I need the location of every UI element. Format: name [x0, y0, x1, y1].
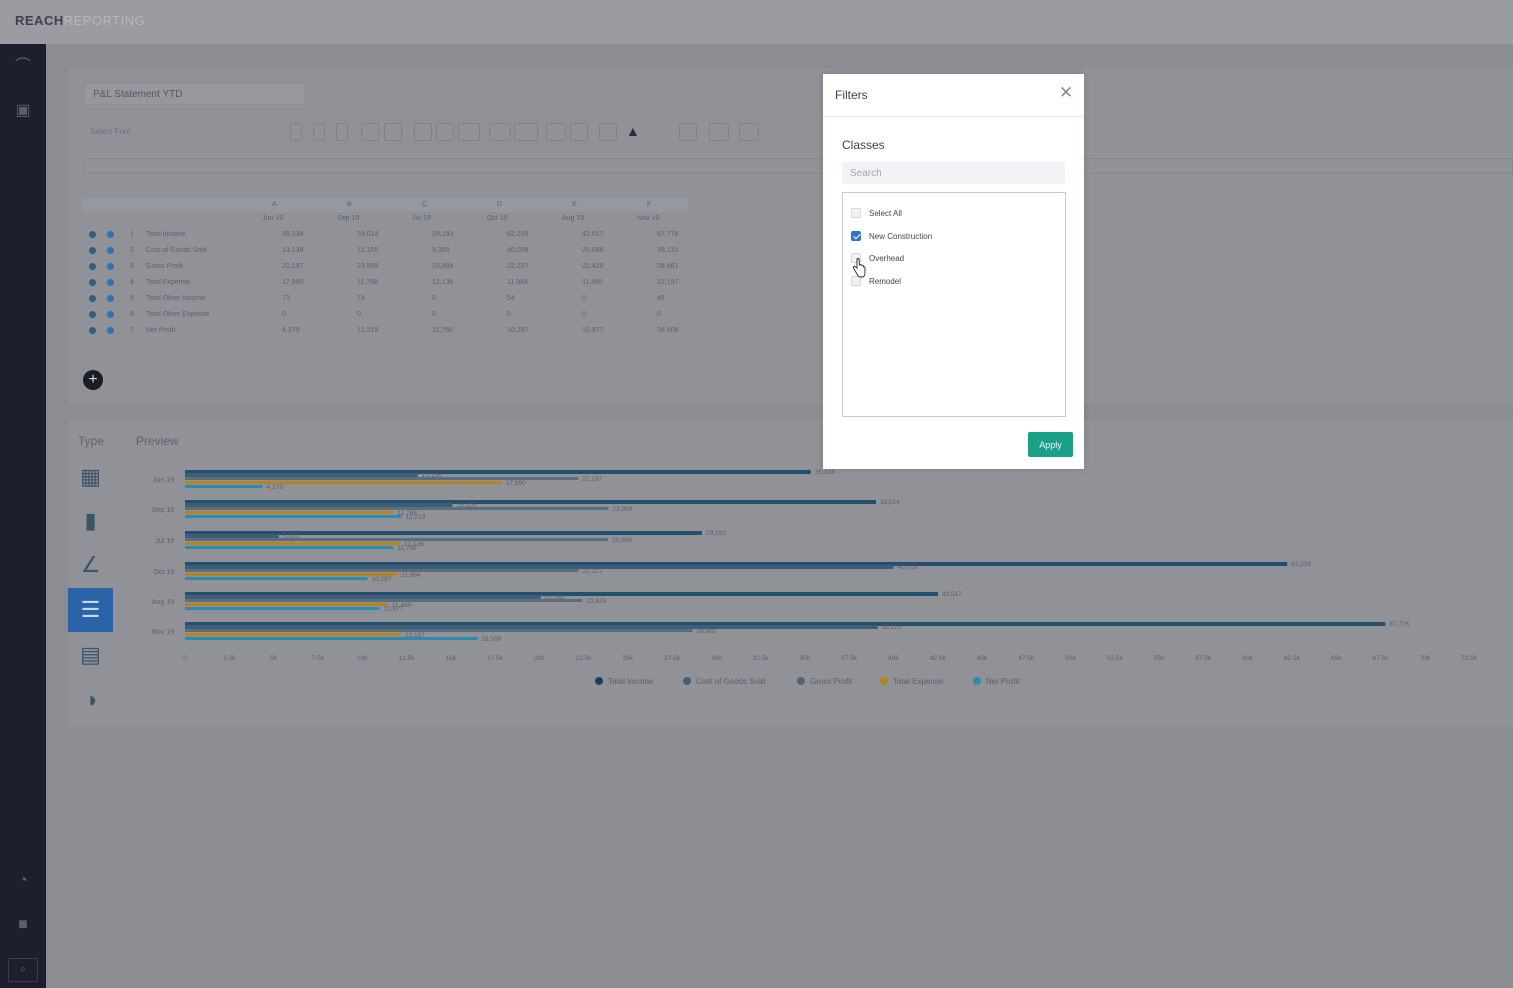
bar-4-5[interactable]	[185, 637, 478, 640]
x-tick-label: 50k	[1065, 655, 1076, 662]
x-tick-label: 60k	[1242, 655, 1253, 662]
x-tick-label: 10k	[357, 655, 368, 662]
x-tick-label: 30k	[711, 655, 722, 662]
horizontal-bar-chart: Jun 1935,33413,13822,19717,8904,379Sep 1…	[152, 469, 1478, 662]
bar-4-3[interactable]	[185, 577, 368, 580]
data-label: 16,508	[481, 636, 501, 643]
bar-1-2[interactable]	[185, 534, 279, 538]
bar-3-2[interactable]	[185, 542, 400, 545]
x-tick-label: 67.5k	[1372, 655, 1389, 662]
data-label: 22,227	[583, 568, 603, 575]
bar-1-0[interactable]	[185, 473, 418, 477]
x-tick-label: 47.5k	[1018, 655, 1035, 662]
data-label: 11,984	[401, 572, 421, 579]
x-tick-label: 72.5k	[1461, 655, 1478, 662]
legend-item[interactable]: Cost of Goods Sold	[683, 677, 765, 686]
bar-2-4[interactable]	[185, 599, 583, 602]
legend-item[interactable]: Net Profit	[973, 677, 1019, 686]
x-tick-label: 27.5k	[664, 655, 681, 662]
close-icon[interactable]: ✕	[1058, 84, 1074, 101]
classes-search-input[interactable]	[842, 162, 1065, 184]
x-tick-label: 65k	[1331, 655, 1342, 662]
data-label: 22,197	[582, 476, 602, 483]
bar-1-1[interactable]	[185, 503, 453, 507]
bar-3-1[interactable]	[185, 511, 394, 514]
data-label: 40,008	[898, 564, 918, 571]
category-label: Oct 19	[153, 569, 174, 576]
x-tick-label: 12.5k	[398, 655, 415, 662]
modal-header: Filters ✕	[823, 74, 1084, 117]
bar-2-2[interactable]	[185, 538, 609, 541]
data-label: 39,014	[880, 499, 900, 506]
x-tick-label: 7.5k	[312, 655, 325, 662]
x-tick-label: 45k	[977, 655, 988, 662]
x-tick-label: 0	[183, 655, 187, 662]
bar-3-0[interactable]	[185, 481, 502, 484]
bar-2-5[interactable]	[185, 629, 693, 632]
x-tick-label: 40k	[888, 655, 899, 662]
bar-2-3[interactable]	[185, 569, 579, 572]
bar-4-4[interactable]	[185, 607, 380, 610]
bar-4-0[interactable]	[185, 485, 263, 488]
classes-option-list: Select All New Construction Overhead Rem…	[842, 192, 1066, 417]
x-tick-label: 37.5k	[841, 655, 858, 662]
x-tick-label: 25k	[623, 655, 634, 662]
category-label: Jul 19	[155, 538, 174, 545]
select-all-checkbox[interactable]	[851, 208, 861, 218]
category-label: Sep 19	[152, 507, 174, 514]
x-tick-label: 55k	[1154, 655, 1165, 662]
data-label: 29,193	[706, 530, 726, 537]
bar-1-5[interactable]	[185, 625, 878, 629]
data-label: 10,977	[383, 606, 403, 613]
new-construction-checkbox[interactable]	[851, 231, 861, 241]
legend-item[interactable]: Gross Profit	[797, 677, 852, 686]
x-tick-label: 17.5k	[487, 655, 504, 662]
x-tick-label: 15k	[445, 655, 456, 662]
x-tick-label: 5k	[270, 655, 278, 662]
x-tick-label: 35k	[800, 655, 811, 662]
data-label: 62,235	[1291, 561, 1311, 568]
bar-1-4[interactable]	[185, 595, 541, 599]
x-tick-label: 42.5k	[930, 655, 947, 662]
data-label: 22,429	[586, 598, 606, 605]
x-tick-label: 2.5k	[223, 655, 236, 662]
data-label: 4,379	[267, 484, 284, 491]
x-tick-label: 32.5k	[753, 655, 770, 662]
category-label: Nov 19	[152, 629, 174, 636]
data-label: 28,661	[697, 628, 717, 635]
data-label: 17,890	[506, 480, 526, 487]
x-tick-label: 20k	[534, 655, 545, 662]
x-tick-label: 57.5k	[1195, 655, 1212, 662]
bar-3-5[interactable]	[185, 633, 402, 636]
bar-4-1[interactable]	[185, 515, 402, 518]
data-label: 23,888	[612, 537, 632, 544]
data-label: 23,909	[612, 506, 632, 513]
hand-cursor-icon	[852, 258, 866, 278]
data-label: 12,219	[405, 514, 425, 521]
category-label: Jun 19	[153, 477, 174, 484]
data-label: 67,776	[1389, 621, 1409, 628]
bar-3-4[interactable]	[185, 603, 389, 606]
x-tick-label: 70k	[1419, 655, 1430, 662]
apply-button[interactable]: Apply	[1028, 432, 1073, 457]
legend-item[interactable]: Total Income	[595, 677, 653, 686]
data-label: 42,517	[942, 591, 962, 598]
bar-4-2[interactable]	[185, 546, 394, 549]
category-label: Aug 19	[152, 599, 174, 606]
data-label: 10,297	[371, 576, 391, 583]
bar-3-3[interactable]	[185, 573, 398, 576]
x-tick-label: 62.5k	[1284, 655, 1301, 662]
x-tick-label: 52.5k	[1107, 655, 1124, 662]
data-label: 11,750	[397, 545, 417, 552]
legend-item[interactable]: Total Expense	[880, 677, 943, 686]
data-label: 39,115	[882, 624, 902, 631]
bar-1-3[interactable]	[185, 565, 894, 569]
classes-label: Classes	[842, 138, 885, 152]
data-label: 35,334	[815, 469, 835, 476]
x-tick-label: 22.5k	[576, 655, 593, 662]
modal-title: Filters	[835, 88, 868, 102]
